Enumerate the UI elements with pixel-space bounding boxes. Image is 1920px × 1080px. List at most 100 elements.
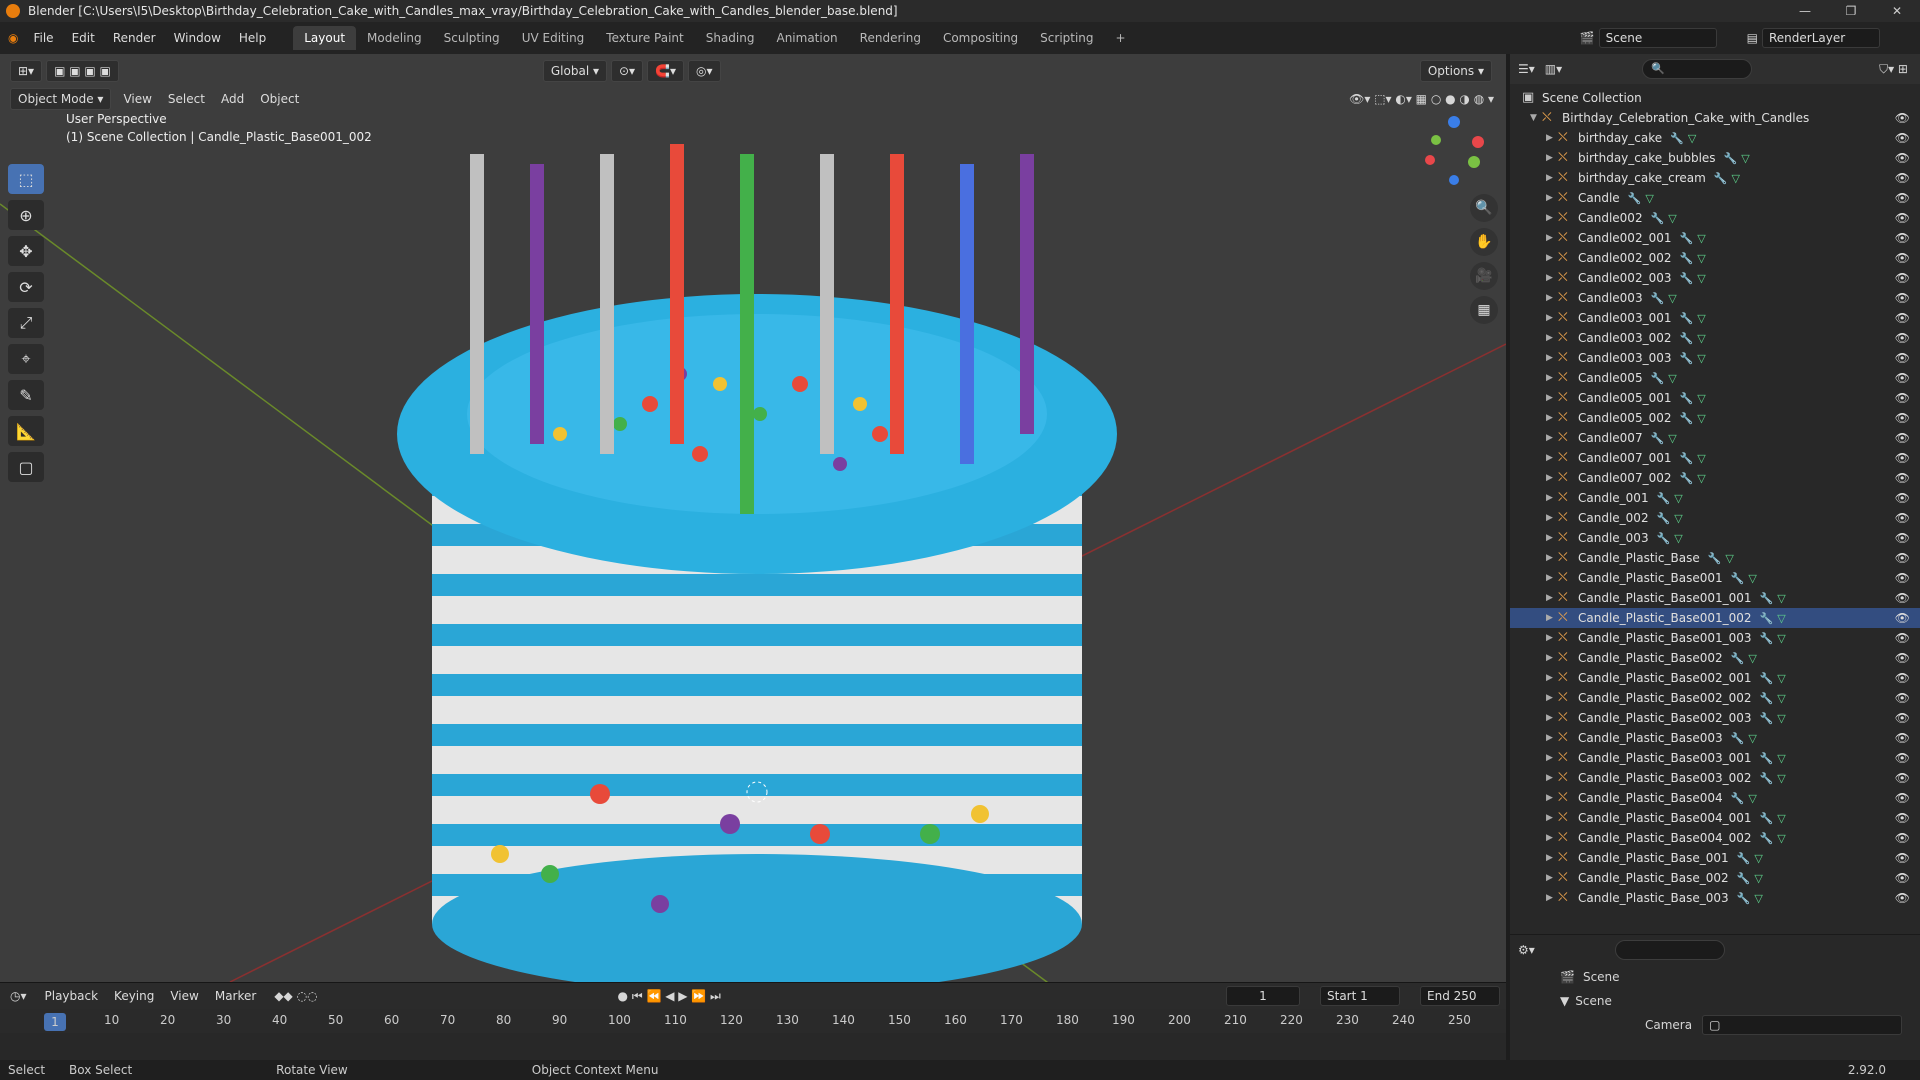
rotate-tool-icon[interactable]: ⟳	[8, 272, 44, 302]
modifier-icon[interactable]: 🔧	[1708, 552, 1722, 565]
keyframe-icons[interactable]: ◆◆ ◌◌	[274, 989, 317, 1003]
modifier-icon[interactable]: 🔧	[1737, 892, 1751, 905]
modifier-icon[interactable]: 🔧	[1737, 872, 1751, 885]
mesh-data-icon[interactable]: ▽	[1668, 292, 1676, 305]
modifier-icon[interactable]: 🔧	[1628, 192, 1642, 205]
modifier-icon[interactable]: 🔧	[1679, 412, 1693, 425]
eye-icon[interactable]: 👁	[1895, 411, 1910, 425]
select-box-tool-icon[interactable]: ⬚	[8, 164, 44, 194]
eye-icon[interactable]: 👁	[1895, 631, 1910, 645]
modifier-icon[interactable]: 🔧	[1679, 332, 1693, 345]
3d-viewport[interactable]: ⊞▾ ▣ ▣ ▣ ▣ Global ▾ ⊙▾ 🧲▾ ◎▾ Options ▾ O…	[0, 54, 1506, 982]
modifier-icon[interactable]: 🔧	[1679, 452, 1693, 465]
frame-ruler[interactable]: 1 10 20 30 40 50 60 70 80 90 100 110 120 130 140 150 160…	[0, 1009, 1506, 1033]
expand-arrow-icon[interactable]: ▶	[1546, 273, 1558, 283]
expand-arrow-icon[interactable]: ▶	[1546, 313, 1558, 323]
modifier-icon[interactable]: 🔧	[1657, 492, 1671, 505]
measure-tool-icon[interactable]: 📐	[8, 416, 44, 446]
mesh-data-icon[interactable]: ▽	[1777, 692, 1785, 705]
outliner-item[interactable]: ▶ ⛌ Candle007_002 🔧 ▽ 👁	[1510, 468, 1920, 488]
modifier-icon[interactable]: 🔧	[1737, 852, 1751, 865]
modifier-icon[interactable]: 🔧	[1760, 772, 1774, 785]
mesh-data-icon[interactable]: ▽	[1697, 272, 1705, 285]
modifier-icon[interactable]: 🔧	[1760, 812, 1774, 825]
eye-icon[interactable]: 👁	[1895, 871, 1910, 885]
outliner-item[interactable]: ▶ ⛌ Candle_Plastic_Base004_002 🔧 ▽ 👁	[1510, 828, 1920, 848]
modifier-icon[interactable]: 🔧	[1760, 612, 1774, 625]
tab-uv-editing[interactable]: UV Editing	[511, 26, 596, 50]
tab-layout[interactable]: Layout	[293, 26, 357, 50]
transform-tool-icon[interactable]: ⌖	[8, 344, 44, 374]
expand-arrow-icon[interactable]: ▶	[1546, 453, 1558, 463]
expand-arrow-icon[interactable]: ▶	[1546, 193, 1558, 203]
modifier-icon[interactable]: 🔧	[1731, 572, 1745, 585]
menu-select[interactable]: Select	[160, 92, 213, 106]
modifier-icon[interactable]: 🔧	[1760, 752, 1774, 765]
modifier-icon[interactable]: 🔧	[1657, 532, 1671, 545]
modifier-icon[interactable]: 🔧	[1651, 292, 1665, 305]
outliner-item[interactable]: ▶ ⛌ Candle003_003 🔧 ▽ 👁	[1510, 348, 1920, 368]
outliner-item[interactable]: ▶ ⛌ birthday_cake_bubbles 🔧 ▽ 👁	[1510, 148, 1920, 168]
expand-arrow-icon[interactable]: ▶	[1546, 653, 1558, 663]
modifier-icon[interactable]: 🔧	[1679, 392, 1693, 405]
expand-arrow-icon[interactable]: ▶	[1546, 573, 1558, 583]
expand-arrow-icon[interactable]: ▶	[1546, 793, 1558, 803]
modifier-icon[interactable]: 🔧	[1731, 792, 1745, 805]
mesh-data-icon[interactable]: ▽	[1668, 432, 1676, 445]
tab-sculpting[interactable]: Sculpting	[433, 26, 511, 50]
expand-arrow-icon[interactable]: ▶	[1546, 293, 1558, 303]
menu-window[interactable]: Window	[165, 31, 230, 45]
outliner-item[interactable]: ▶ ⛌ Candle_Plastic_Base003 🔧 ▽ 👁	[1510, 728, 1920, 748]
expand-arrow-icon[interactable]: ▶	[1546, 133, 1558, 143]
eye-icon[interactable]: 👁	[1895, 531, 1910, 545]
expand-arrow-icon[interactable]: ▶	[1546, 833, 1558, 843]
mesh-data-icon[interactable]: ▽	[1754, 872, 1762, 885]
start-frame-field[interactable]: Start 1	[1320, 986, 1400, 1006]
mesh-data-icon[interactable]: ▽	[1697, 252, 1705, 265]
expand-arrow-icon[interactable]: ▶	[1546, 553, 1558, 563]
outliner-item[interactable]: ▶ ⛌ Candle_Plastic_Base003_002 🔧 ▽ 👁	[1510, 768, 1920, 788]
mesh-data-icon[interactable]: ▽	[1777, 752, 1785, 765]
outliner-item[interactable]: ▶ ⛌ Candle_Plastic_Base001_001 🔧 ▽ 👁	[1510, 588, 1920, 608]
eye-icon[interactable]: 👁	[1895, 491, 1910, 505]
expand-arrow-icon[interactable]: ▶	[1546, 753, 1558, 763]
expand-arrow-icon[interactable]: ▶	[1546, 473, 1558, 483]
mesh-data-icon[interactable]: ▽	[1645, 192, 1653, 205]
scene-section-header[interactable]: ▼ Scene	[1510, 989, 1920, 1013]
expand-arrow-icon[interactable]: ▶	[1546, 613, 1558, 623]
outliner-item[interactable]: ▶ ⛌ birthday_cake_cream 🔧 ▽ 👁	[1510, 168, 1920, 188]
eye-icon[interactable]: 👁	[1895, 211, 1910, 225]
orientation-dropdown[interactable]: Global ▾	[542, 60, 607, 82]
pan-hand-icon[interactable]: ✋	[1470, 228, 1498, 256]
shading-buttons[interactable]: 👁▾ ⬚▾ ◐▾ ▦ ○ ● ◑ ◍ ▾	[1349, 92, 1494, 106]
eye-icon[interactable]: 👁	[1895, 231, 1910, 245]
modifier-icon[interactable]: 🔧	[1760, 692, 1774, 705]
mesh-data-icon[interactable]: ▽	[1777, 812, 1785, 825]
outliner-item[interactable]: ▶ ⛌ Candle_001 🔧 ▽ 👁	[1510, 488, 1920, 508]
mesh-data-icon[interactable]: ▽	[1748, 792, 1756, 805]
add-workspace-icon[interactable]: +	[1105, 26, 1137, 50]
mesh-data-icon[interactable]: ▽	[1777, 832, 1785, 845]
eye-icon[interactable]: 👁	[1895, 271, 1910, 285]
expand-arrow-icon[interactable]: ▶	[1546, 513, 1558, 523]
mesh-data-icon[interactable]: ▽	[1668, 372, 1676, 385]
outliner-item[interactable]: ▶ ⛌ Candle_Plastic_Base002_002 🔧 ▽ 👁	[1510, 688, 1920, 708]
scale-tool-icon[interactable]: ⤢	[8, 308, 44, 338]
outliner-item[interactable]: ▶ ⛌ Candle_Plastic_Base_002 🔧 ▽ 👁	[1510, 868, 1920, 888]
zoom-icon[interactable]: 🔍	[1470, 194, 1498, 222]
tab-rendering[interactable]: Rendering	[849, 26, 932, 50]
mesh-data-icon[interactable]: ▽	[1754, 852, 1762, 865]
mesh-data-icon[interactable]: ▽	[1725, 552, 1733, 565]
timeline-editor-icon[interactable]: ◷▾	[10, 989, 27, 1003]
tab-texture-paint[interactable]: Texture Paint	[595, 26, 694, 50]
modifier-icon[interactable]: 🔧	[1679, 352, 1693, 365]
outliner-item[interactable]: ▶ ⛌ Candle007 🔧 ▽ 👁	[1510, 428, 1920, 448]
tab-compositing[interactable]: Compositing	[932, 26, 1029, 50]
outliner-item[interactable]: ▶ ⛌ Candle_Plastic_Base001_003 🔧 ▽ 👁	[1510, 628, 1920, 648]
expand-arrow-icon[interactable]: ▶	[1546, 333, 1558, 343]
eye-icon[interactable]: 👁	[1895, 791, 1910, 805]
modifier-icon[interactable]: 🔧	[1651, 372, 1665, 385]
outliner-item[interactable]: ▶ ⛌ Candle007_001 🔧 ▽ 👁	[1510, 448, 1920, 468]
close-icon[interactable]: ✕	[1874, 0, 1920, 22]
mesh-data-icon[interactable]: ▽	[1777, 632, 1785, 645]
